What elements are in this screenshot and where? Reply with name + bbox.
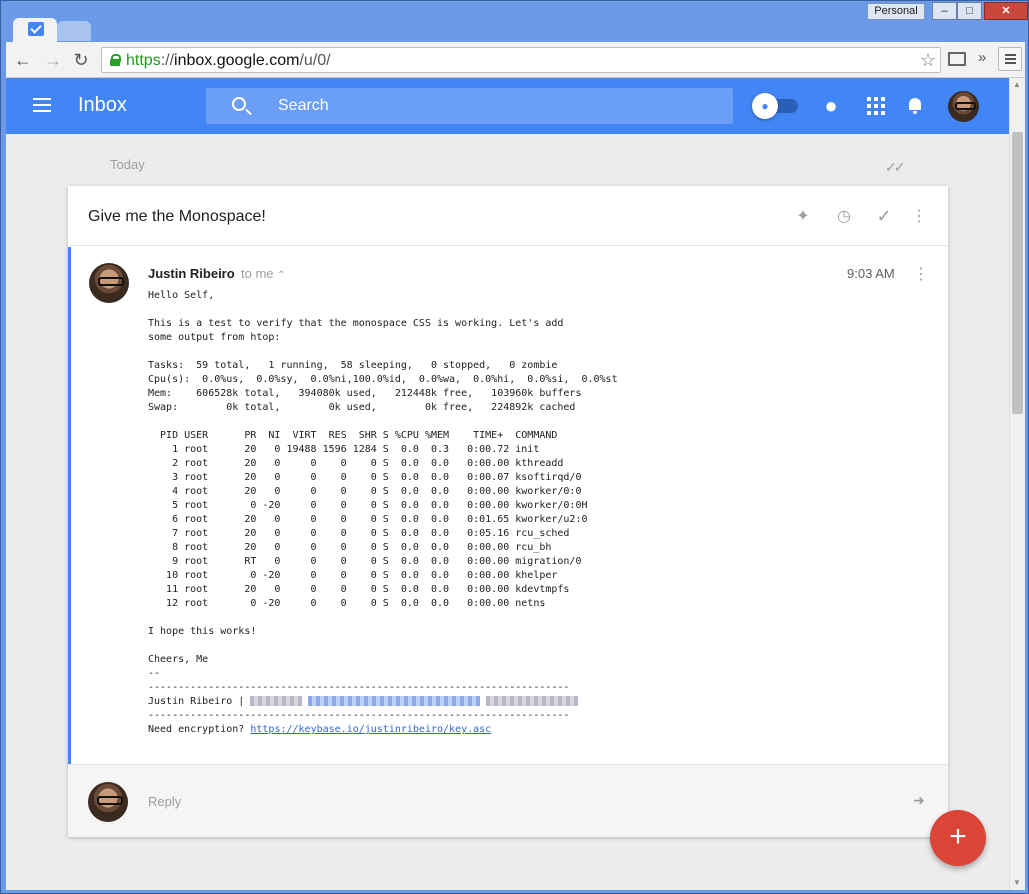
message-time: 9:03 AM bbox=[847, 266, 895, 281]
apps-grid-icon[interactable] bbox=[864, 94, 888, 118]
redacted-link bbox=[308, 696, 481, 706]
app-title: Inbox bbox=[78, 94, 127, 116]
body-line: 3 root 20 0 0 0 0 S 0.0 0.0 0:00.07 ksof… bbox=[148, 472, 582, 483]
body-line: 8 root 20 0 0 0 0 S 0.0 0.0 0:00.00 rcu_… bbox=[148, 542, 552, 553]
pin-thread-icon[interactable]: ✦ bbox=[793, 206, 813, 226]
sweep-done-icon[interactable]: ✓✓ bbox=[885, 159, 906, 176]
body-line: 10 root 0 -20 0 0 0 S 0.0 0.0 0:00.00 kh… bbox=[148, 570, 558, 581]
body-line: This is a test to verify that the monosp… bbox=[148, 318, 564, 329]
search-input[interactable]: Search bbox=[206, 88, 733, 124]
keybase-link[interactable]: https://keybase.io/justinribeiro/key.asc bbox=[250, 724, 491, 735]
signature-separator: ----------------------------------------… bbox=[148, 710, 570, 721]
body-line: 2 root 20 0 0 0 0 S 0.0 0.0 0:00.00 kthr… bbox=[148, 458, 564, 469]
reply-area[interactable]: Reply ➜ bbox=[68, 764, 948, 837]
snooze-icon[interactable]: ◷ bbox=[834, 206, 854, 226]
browser-menu-button[interactable] bbox=[998, 47, 1022, 71]
body-line: Tasks: 59 total, 1 running, 58 sleeping,… bbox=[148, 360, 558, 371]
thread-subject: Give me the Monospace! bbox=[88, 208, 266, 225]
profile-button[interactable]: Personal bbox=[867, 3, 925, 20]
extensions-overflow-icon[interactable]: » bbox=[978, 49, 986, 66]
url-text: https://inbox.google.com/u/0/ bbox=[126, 52, 331, 69]
expand-details-icon: ⌃ bbox=[277, 270, 286, 281]
section-today-label: Today bbox=[110, 157, 145, 172]
recipient-label[interactable]: to me ⌃ bbox=[241, 266, 286, 281]
body-line bbox=[148, 303, 928, 317]
inbox-app: Inbox Search ● ● Today ✓✓ Give me the Mo… bbox=[6, 78, 1025, 890]
sender-name[interactable]: Justin Ribeiro bbox=[148, 266, 235, 281]
body-line: 1 root 20 0 19488 1596 1284 S 0.0 0.3 0:… bbox=[148, 444, 540, 455]
message-body-text: Hello Self, This is a test to verify tha… bbox=[148, 289, 928, 695]
body-line: PID USER PR NI VIRT RES SHR S %CPU %MEM … bbox=[148, 430, 558, 441]
body-line: 5 root 0 -20 0 0 0 S 0.0 0.0 0:00.00 kwo… bbox=[148, 500, 588, 511]
pinned-toggle[interactable]: ● bbox=[752, 93, 798, 119]
address-bar[interactable]: https://inbox.google.com/u/0/ ☆ bbox=[101, 47, 941, 73]
thread-header: Give me the Monospace! ✦ ◷ ✓ ⋮ bbox=[68, 186, 948, 246]
notifications-bell-icon[interactable] bbox=[904, 94, 928, 118]
browser-toolbar: ← → ↻ https://inbox.google.com/u/0/ ☆ » bbox=[6, 42, 1025, 78]
body-line: 9 root RT 0 0 0 0 S 0.0 0.0 0:00.00 migr… bbox=[148, 556, 582, 567]
maximize-button[interactable]: □ bbox=[957, 2, 982, 20]
scroll-thumb[interactable] bbox=[1012, 132, 1023, 414]
body-line bbox=[148, 345, 928, 359]
message-more-icon[interactable]: ⋮ bbox=[913, 264, 929, 284]
reply-avatar bbox=[88, 782, 128, 822]
browser-window: Personal – □ ✕ ← → ↻ https://inbox.googl… bbox=[0, 0, 1029, 894]
message: Justin Ribeiro to me ⌃ 9:03 AM ⋮ Hello S… bbox=[68, 247, 948, 764]
scroll-up-icon[interactable]: ▲ bbox=[1013, 80, 1021, 89]
thread-more-icon[interactable]: ⋮ bbox=[909, 206, 929, 226]
body-line: 7 root 20 0 0 0 0 S 0.0 0.0 0:05.16 rcu_… bbox=[148, 528, 570, 539]
body-line: Hello Self, bbox=[148, 290, 215, 301]
inbox-favicon-icon bbox=[28, 22, 44, 36]
pin-icon: ● bbox=[752, 93, 778, 119]
tab-inbox[interactable] bbox=[13, 18, 57, 42]
cast-icon[interactable] bbox=[948, 52, 966, 66]
mark-done-icon[interactable]: ✓ bbox=[874, 206, 894, 227]
body-line: 6 root 20 0 0 0 0 S 0.0 0.0 0:01.65 kwor… bbox=[148, 514, 588, 525]
message-body: Hello Self, This is a test to verify tha… bbox=[148, 289, 928, 737]
body-line: Cpu(s): 0.0%us, 0.0%sy, 0.0%ni,100.0%id,… bbox=[148, 374, 618, 385]
back-button[interactable]: ← bbox=[12, 49, 34, 71]
new-tab-button[interactable] bbox=[57, 21, 91, 41]
page-scrollbar[interactable]: ▲ ▼ bbox=[1009, 78, 1025, 890]
body-line bbox=[148, 415, 928, 429]
body-line: some output from htop: bbox=[148, 332, 281, 343]
app-bar: Inbox Search ● ● bbox=[6, 78, 1009, 134]
forward-icon[interactable]: ➜ bbox=[913, 792, 925, 809]
body-line: -- bbox=[148, 668, 161, 679]
body-line bbox=[148, 639, 928, 653]
body-line: 4 root 20 0 0 0 0 S 0.0 0.0 0:00.00 kwor… bbox=[148, 486, 582, 497]
lock-icon bbox=[110, 54, 121, 66]
scroll-down-icon[interactable]: ▼ bbox=[1013, 878, 1021, 887]
compose-button[interactable]: + bbox=[930, 810, 986, 866]
reload-button[interactable]: ↻ bbox=[70, 49, 92, 71]
body-line: I hope this works! bbox=[148, 626, 257, 637]
close-window-button[interactable]: ✕ bbox=[984, 2, 1028, 20]
encryption-line: Need encryption? https://keybase.io/just… bbox=[148, 724, 492, 735]
search-placeholder: Search bbox=[278, 97, 329, 114]
body-line: Mem: 606528k total, 394080k used, 212448… bbox=[148, 388, 582, 399]
body-line: 11 root 20 0 0 0 0 S 0.0 0.0 0:00.00 kde… bbox=[148, 584, 570, 595]
body-line: Cheers, Me bbox=[148, 654, 209, 665]
redacted-phone bbox=[486, 696, 579, 706]
signature-line: Justin Ribeiro | bbox=[148, 695, 928, 709]
thread-card: Give me the Monospace! ✦ ◷ ✓ ⋮ Justin Ri… bbox=[68, 186, 948, 837]
reply-input[interactable]: Reply bbox=[148, 794, 181, 809]
forward-button[interactable]: → bbox=[42, 49, 64, 71]
body-line: ----------------------------------------… bbox=[148, 682, 570, 693]
sender-avatar bbox=[89, 263, 129, 303]
body-line bbox=[148, 611, 928, 625]
redacted-text bbox=[250, 696, 303, 706]
account-avatar[interactable] bbox=[948, 91, 979, 122]
menu-icon[interactable] bbox=[33, 98, 51, 112]
search-icon bbox=[232, 97, 246, 111]
title-bar: Personal – □ ✕ bbox=[1, 1, 1028, 42]
body-line: Swap: 0k total, 0k used, 0k free, 224892… bbox=[148, 402, 576, 413]
bookmark-star-icon[interactable]: ☆ bbox=[920, 50, 936, 71]
reminder-icon[interactable]: ● bbox=[819, 94, 843, 118]
body-line: 12 root 0 -20 0 0 0 S 0.0 0.0 0:00.00 ne… bbox=[148, 598, 546, 609]
minimize-button[interactable]: – bbox=[932, 2, 957, 20]
